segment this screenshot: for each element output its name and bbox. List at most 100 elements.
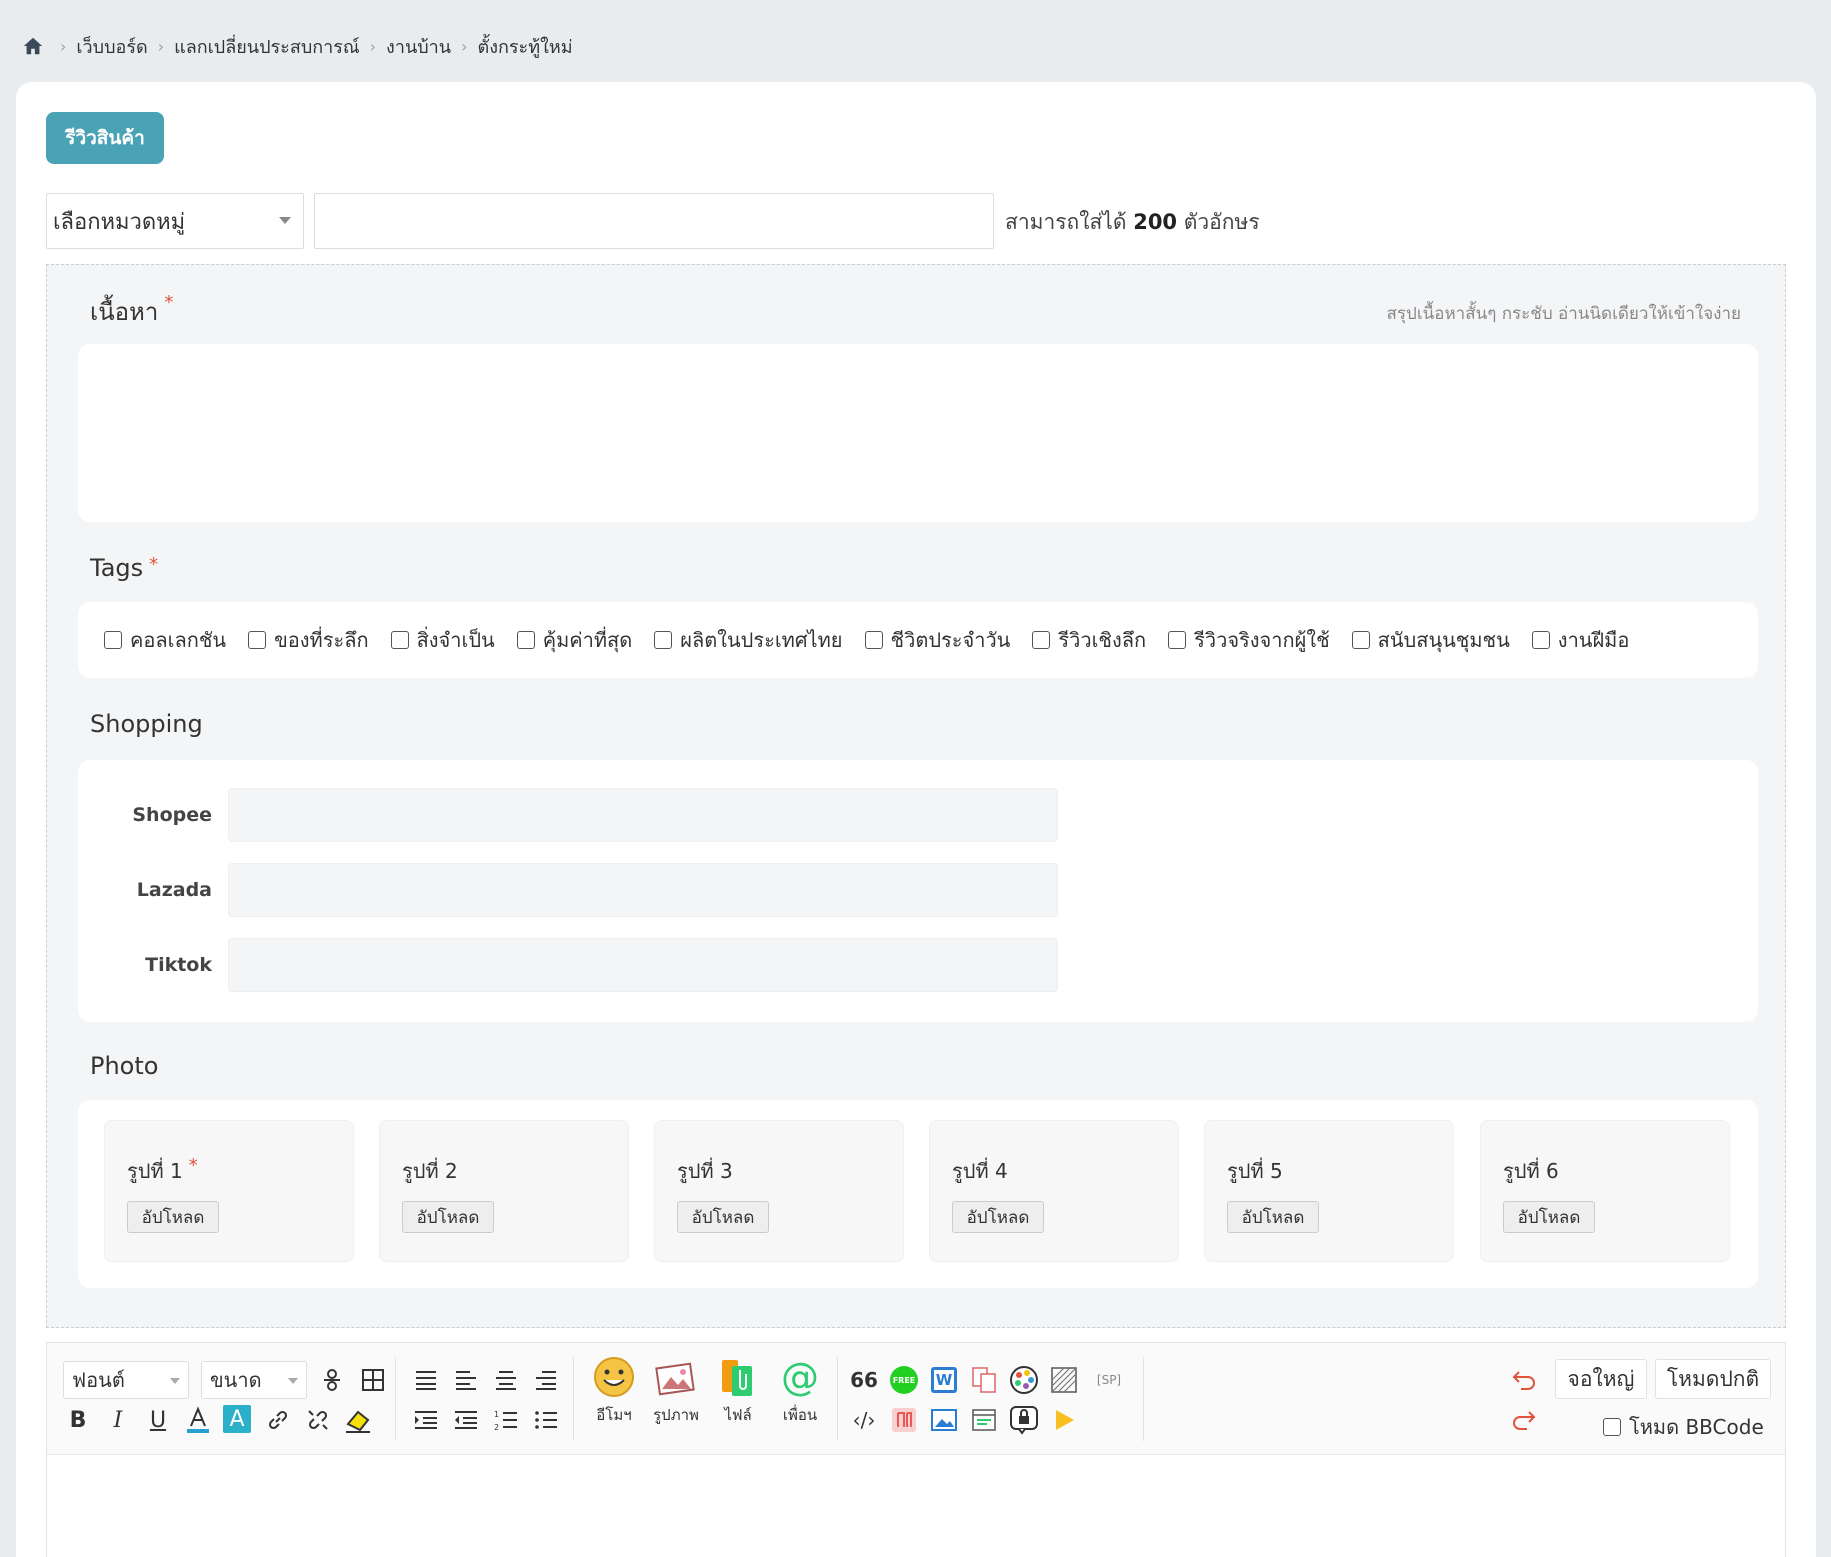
table-icon[interactable]	[358, 1365, 388, 1395]
photo-slot-label: รูปที่ 6	[1503, 1159, 1559, 1183]
free-icon[interactable]: FREE	[889, 1365, 919, 1395]
undo-icon[interactable]	[1509, 1365, 1539, 1395]
tag-support-community[interactable]: สนับสนุนชุมชน	[1351, 624, 1510, 656]
shopping-panel: Shopee Lazada Tiktok	[78, 760, 1758, 1022]
redo-icon[interactable]	[1509, 1405, 1539, 1435]
tag-checkbox[interactable]	[516, 631, 535, 649]
mention-friend-button[interactable]: @ เพื่อน	[773, 1355, 827, 1427]
emoji-button[interactable]: อีโมฯ	[587, 1355, 641, 1427]
caption-box-icon[interactable]	[969, 1405, 999, 1435]
copy-doc-icon[interactable]	[969, 1365, 999, 1395]
breadcrumb-link-webboard[interactable]: เว็บบอร์ด	[76, 32, 147, 61]
font-select-value: ฟอนต์	[72, 1368, 125, 1392]
eraser-icon[interactable]	[343, 1405, 373, 1435]
attach-file-button[interactable]: ไฟล์	[711, 1355, 765, 1427]
align-center-icon[interactable]	[491, 1365, 521, 1395]
font-select[interactable]: ฟอนต์	[63, 1361, 189, 1399]
friend-label: เพื่อน	[782, 1406, 818, 1424]
title-input[interactable]	[314, 193, 994, 249]
font-color-icon[interactable]	[183, 1405, 213, 1435]
tag-checkbox[interactable]	[1531, 631, 1550, 649]
hatch-pattern-icon[interactable]	[1049, 1365, 1079, 1395]
char-limit-hint: สามารถใส่ได้ 200 ตัวอักษร	[1005, 206, 1260, 239]
tag-checkbox[interactable]	[864, 631, 883, 649]
palette-icon[interactable]	[1009, 1365, 1039, 1395]
shopping-title: Shopping	[90, 710, 203, 738]
indent-icon[interactable]	[411, 1405, 441, 1435]
align-justify-icon[interactable]	[411, 1365, 441, 1395]
upload-button[interactable]: อัปโหลด	[127, 1201, 219, 1233]
play-video-icon[interactable]	[1049, 1405, 1079, 1435]
breadcrumb-link-housework[interactable]: งานบ้าน	[386, 32, 451, 61]
underline-icon[interactable]: U	[143, 1405, 173, 1435]
tag-checkbox[interactable]	[654, 631, 673, 649]
upload-button[interactable]: อัปโหลด	[1227, 1201, 1319, 1233]
lock-content-icon[interactable]	[1009, 1405, 1039, 1435]
tag-best-value[interactable]: คุ้มค่าที่สุด	[516, 624, 632, 656]
tag-daily-life[interactable]: ชีวิตประจำวัน	[864, 624, 1010, 656]
content-title-text: เนื้อหา	[90, 298, 159, 326]
tag-checkbox[interactable]	[248, 631, 267, 649]
bbcode-toggle[interactable]: โหมด BBCode	[1603, 1411, 1764, 1443]
tag-essential[interactable]: สิ่งจำเป็น	[390, 624, 495, 656]
link-icon[interactable]	[263, 1405, 293, 1435]
tag-checkbox[interactable]	[1168, 631, 1187, 649]
toolbar-divider	[395, 1357, 396, 1441]
tag-checkbox[interactable]	[1032, 631, 1051, 649]
breadcrumb: › เว็บบอร์ด › แลกเปลี่ยนประสบการณ์ › งาน…	[22, 30, 573, 62]
home-icon[interactable]	[22, 35, 44, 57]
tag-checkbox[interactable]	[104, 631, 122, 649]
fullscreen-button[interactable]: จอใหญ่	[1555, 1359, 1647, 1399]
insert-image-button[interactable]: รูปภาพ	[649, 1355, 703, 1427]
lazada-input[interactable]	[228, 863, 1058, 917]
align-left-icon[interactable]	[451, 1365, 481, 1395]
upload-button[interactable]: อัปโหลด	[402, 1201, 494, 1233]
ordered-list-icon[interactable]: 12	[491, 1405, 521, 1435]
italic-icon[interactable]: I	[103, 1405, 133, 1435]
tag-collection[interactable]: คอลเลกชัน	[104, 624, 226, 656]
photo-slot-6: รูปที่ 6 อัปโหลด	[1480, 1120, 1730, 1262]
word-icon[interactable]: W	[929, 1365, 959, 1395]
size-select[interactable]: ขนาด	[201, 1361, 307, 1399]
spoiler-tag-icon[interactable]: [SP]	[1091, 1365, 1127, 1395]
image-icon	[649, 1355, 703, 1399]
upload-button[interactable]: อัปโหลด	[1503, 1201, 1595, 1233]
tag-in-depth-review[interactable]: รีวิวเชิงลึก	[1032, 624, 1146, 656]
normal-mode-button[interactable]: โหมดปกติ	[1655, 1359, 1771, 1399]
content-textarea[interactable]	[78, 344, 1758, 522]
tag-made-in-thailand[interactable]: ผลิตในประเทศไทย	[654, 624, 843, 656]
tag-checkbox[interactable]	[1351, 631, 1370, 649]
tag-souvenir[interactable]: ของที่ระลึก	[248, 624, 369, 656]
hidden-text-icon[interactable]	[889, 1405, 919, 1435]
image-link-icon[interactable]	[929, 1405, 959, 1435]
chevron-right-icon: ›	[157, 36, 165, 56]
shopee-input[interactable]	[228, 788, 1058, 842]
category-select[interactable]: เลือกหมวดหมู่	[46, 193, 304, 249]
quote-icon[interactable]: 66	[849, 1365, 879, 1395]
tag-handcraft[interactable]: งานฝีมือ	[1531, 624, 1629, 656]
tag-label: สิ่งจำเป็น	[416, 628, 495, 652]
file-icon	[711, 1355, 765, 1399]
strikethrough-icon[interactable]	[317, 1365, 347, 1395]
lazada-row: Lazada	[78, 863, 1058, 917]
rich-text-editor: ฟอนต์ ขนาด B I U A 1 2 อีโมฯ รูปภาพ ไฟล์…	[46, 1342, 1786, 1557]
review-product-button[interactable]: รีวิวสินค้า	[46, 112, 164, 164]
upload-button[interactable]: อัปโหลด	[952, 1201, 1044, 1233]
breadcrumb-link-experience[interactable]: แลกเปลี่ยนประสบการณ์	[174, 32, 360, 61]
unlink-icon[interactable]	[303, 1405, 333, 1435]
highlight-color-icon[interactable]: A	[223, 1405, 251, 1433]
unordered-list-icon[interactable]	[531, 1405, 561, 1435]
code-icon[interactable]: ‹/›	[849, 1405, 879, 1435]
upload-button[interactable]: อัปโหลด	[677, 1201, 769, 1233]
at-sign-icon: @	[781, 1355, 819, 1399]
tiktok-input[interactable]	[228, 938, 1058, 992]
tag-checkbox[interactable]	[390, 631, 409, 649]
tag-real-user-review[interactable]: รีวิวจริงจากผู้ใช้	[1168, 624, 1330, 656]
shopee-row: Shopee	[78, 788, 1058, 842]
align-right-icon[interactable]	[531, 1365, 561, 1395]
outdent-icon[interactable]	[451, 1405, 481, 1435]
emoji-label: อีโมฯ	[596, 1406, 632, 1424]
bbcode-checkbox[interactable]	[1603, 1418, 1621, 1436]
bold-icon[interactable]: B	[63, 1405, 93, 1435]
editor-body[interactable]	[47, 1455, 1785, 1557]
